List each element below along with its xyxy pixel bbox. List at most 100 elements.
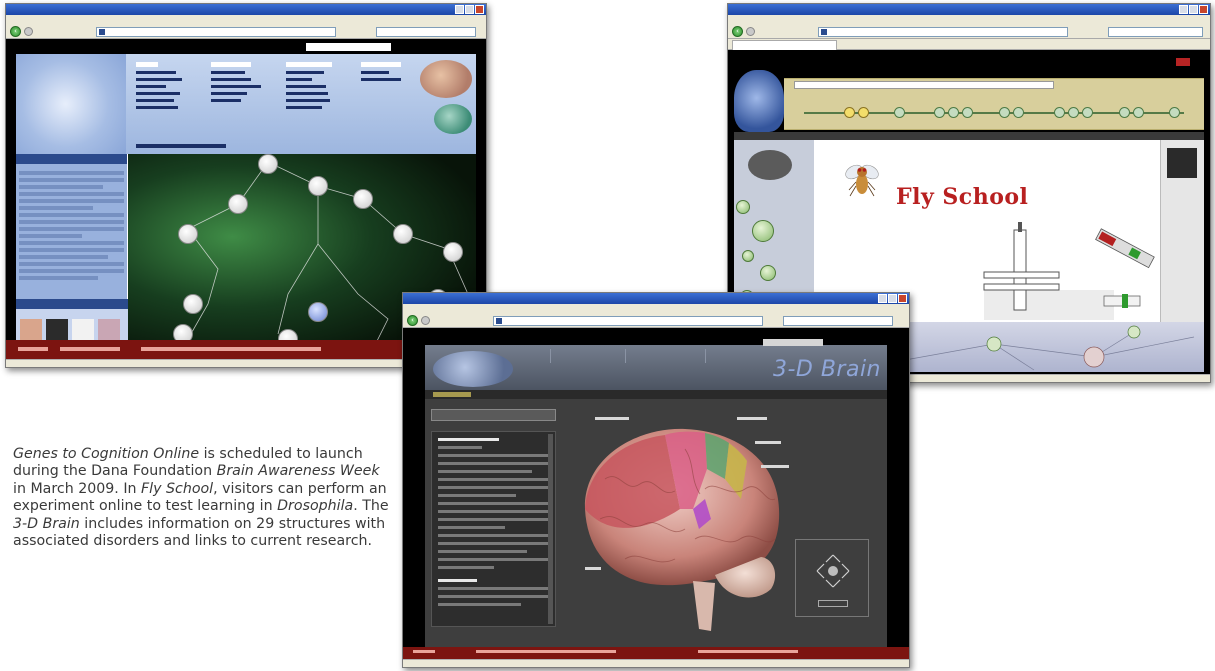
head-thumbnail[interactable] [434, 104, 472, 134]
site-search-input[interactable] [306, 43, 391, 51]
back-icon[interactable]: ‹ [10, 26, 21, 37]
address-bar[interactable] [493, 316, 763, 326]
progress-stop[interactable] [962, 107, 973, 118]
site-search-input[interactable] [763, 339, 823, 346]
structure-label[interactable] [755, 441, 781, 446]
g2c-head-logo[interactable] [734, 70, 784, 132]
explore-link[interactable] [136, 144, 226, 148]
window-controls[interactable] [455, 5, 484, 14]
structure-label[interactable] [761, 465, 789, 470]
menu-column-2[interactable] [211, 60, 261, 106]
back-icon[interactable]: ‹ [407, 315, 418, 326]
brain-model-graphic [584, 428, 780, 631]
progress-stop[interactable] [1068, 107, 1079, 118]
browser-search-input[interactable] [1108, 27, 1203, 37]
address-bar[interactable] [96, 27, 336, 37]
brain-viewer-panel [425, 399, 887, 652]
minimize-icon[interactable] [1179, 5, 1188, 14]
breadcrumb[interactable] [794, 81, 1054, 89]
browser-menubar[interactable] [6, 15, 486, 24]
close-icon[interactable] [475, 5, 484, 14]
header-menu-item[interactable] [705, 349, 775, 363]
caption-3d-brain: 3-D Brain [13, 515, 80, 532]
progress-stop[interactable] [858, 107, 869, 118]
structure-sidebar [431, 409, 556, 642]
maximize-icon[interactable] [1189, 5, 1198, 14]
fly-node-icon[interactable] [748, 150, 792, 180]
progress-stop[interactable] [1119, 107, 1130, 118]
brain-thumbnail[interactable] [1167, 148, 1197, 178]
browser-navbar: ‹ [403, 313, 909, 328]
caption-text: . The [353, 498, 389, 515]
g2c-logo[interactable] [433, 351, 513, 387]
site-footer [403, 647, 909, 659]
scrollbar[interactable] [548, 434, 553, 624]
fruit-fly-icon [845, 164, 879, 197]
menu-column-1[interactable] [136, 60, 182, 113]
g2c-logo[interactable] [16, 54, 126, 154]
window-controls[interactable] [878, 294, 907, 303]
forward-icon[interactable] [746, 27, 755, 36]
site-top-nav[interactable] [734, 56, 1204, 68]
browser-statusbar [403, 659, 909, 667]
site-nav-button[interactable] [1176, 58, 1190, 66]
caption-text: in March 2009. In [13, 480, 142, 497]
rotation-control[interactable] [795, 539, 869, 617]
close-icon[interactable] [898, 294, 907, 303]
structure-label[interactable] [595, 417, 629, 422]
header-menu-item[interactable] [550, 349, 590, 363]
browser-search-input[interactable] [376, 27, 476, 37]
close-icon[interactable] [1199, 5, 1208, 14]
back-icon[interactable]: ‹ [732, 26, 743, 37]
site-header [16, 54, 476, 154]
forward-icon[interactable] [24, 27, 33, 36]
rotate-dpad-icon[interactable] [814, 552, 852, 590]
welcome-panel [16, 154, 128, 299]
maximize-icon[interactable] [465, 5, 474, 14]
figure-caption: Genes to Cognition Online is scheduled t… [13, 446, 395, 550]
browser-navbar: ‹ [6, 24, 486, 39]
maximize-icon[interactable] [888, 294, 897, 303]
stage-side-panel [1160, 140, 1204, 322]
progress-stop[interactable] [894, 107, 905, 118]
progress-stop[interactable] [948, 107, 959, 118]
structure-select[interactable] [431, 409, 556, 421]
window-titlebar [403, 293, 909, 304]
caption-fly-school: Fly School [141, 480, 214, 497]
browser-menubar[interactable] [728, 15, 1210, 24]
header-menu-item[interactable] [625, 349, 685, 363]
caption-drosophila: Drosophila [277, 498, 354, 515]
window-titlebar [728, 4, 1210, 15]
reset-view-button[interactable] [818, 600, 848, 607]
progress-stop[interactable] [999, 107, 1010, 118]
page-viewport: 3-D Brain [403, 328, 909, 659]
stage-toolbar [734, 132, 1204, 140]
progress-stop[interactable] [1054, 107, 1065, 118]
structure-label[interactable] [585, 567, 601, 572]
address-bar[interactable] [818, 27, 1068, 37]
progress-stop[interactable] [1082, 107, 1093, 118]
browser-search-input[interactable] [783, 316, 893, 326]
minimize-icon[interactable] [455, 5, 464, 14]
browser-menubar[interactable] [403, 304, 909, 313]
forward-icon[interactable] [421, 316, 430, 325]
minimize-icon[interactable] [878, 294, 887, 303]
progress-stop[interactable] [1133, 107, 1144, 118]
welcome-heading [16, 154, 127, 164]
browser-tabs [728, 39, 1210, 50]
structure-description[interactable] [431, 431, 556, 627]
progress-stop[interactable] [844, 107, 855, 118]
progress-stop[interactable] [1013, 107, 1024, 118]
brain-thumbnail[interactable] [420, 60, 472, 98]
menu-column-4[interactable] [361, 60, 401, 85]
site-header: 3-D Brain [425, 339, 887, 390]
progress-stop[interactable] [934, 107, 945, 118]
menu-column-3[interactable] [286, 60, 332, 113]
breadcrumb[interactable] [425, 390, 887, 399]
brain-3d-model[interactable] [565, 399, 791, 652]
structure-label[interactable] [737, 417, 767, 422]
window-controls[interactable] [1179, 5, 1208, 14]
browser-navbar: ‹ [728, 24, 1210, 39]
progress-stop[interactable] [1169, 107, 1180, 118]
browser-tab[interactable] [732, 40, 837, 50]
